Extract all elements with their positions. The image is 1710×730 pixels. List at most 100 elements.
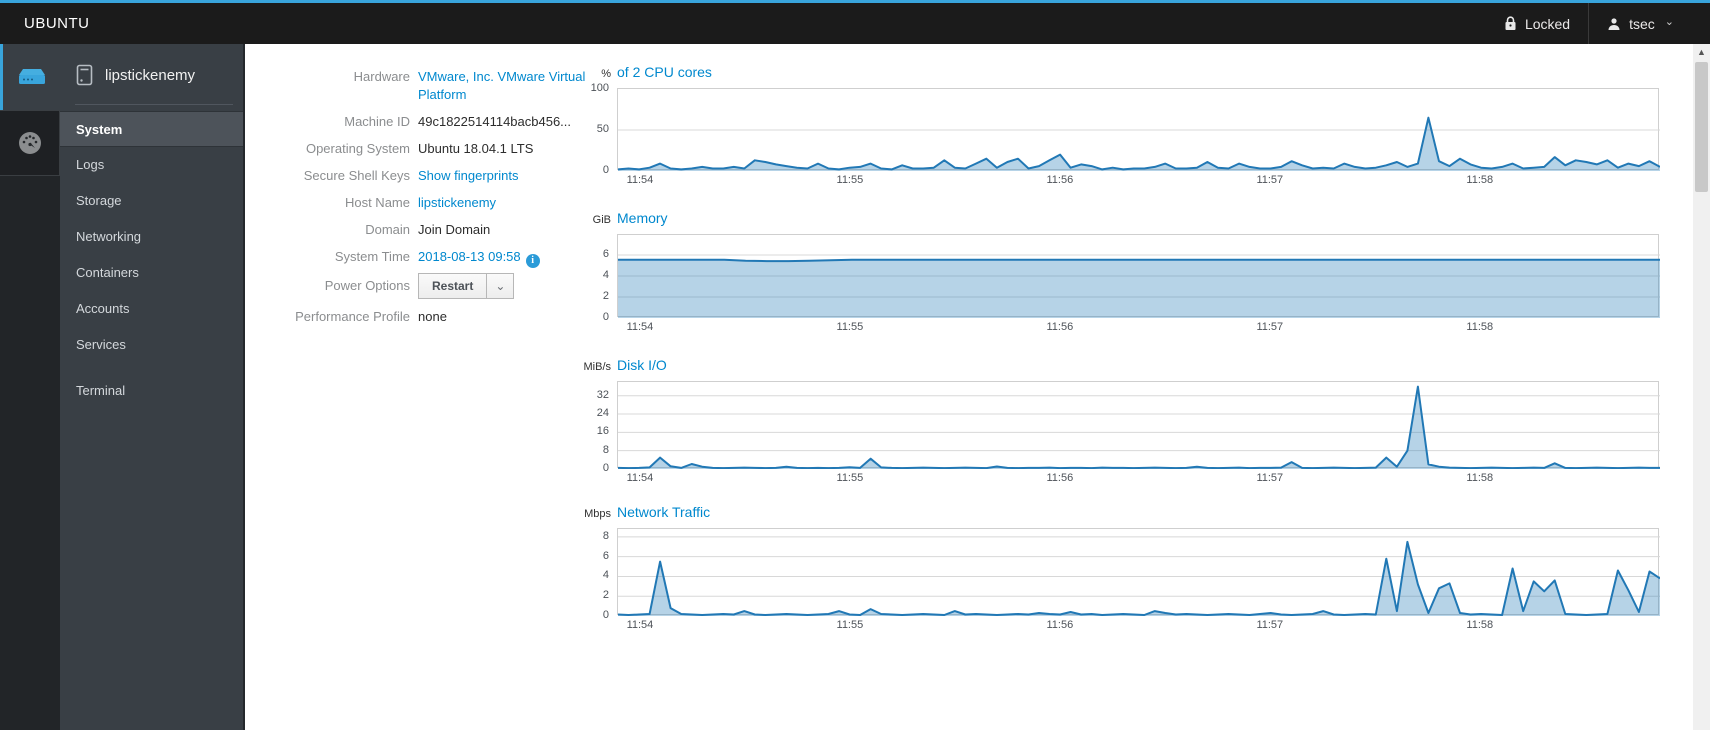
x-axis-tick: 11:55: [836, 321, 864, 333]
y-axis-tick: 2: [602, 289, 609, 302]
y-axis-tick: 16: [596, 425, 609, 438]
sidebar-item-accounts[interactable]: Accounts: [60, 291, 243, 327]
x-axis-tick: 11:57: [1256, 321, 1284, 333]
domain-action[interactable]: Join Domain: [418, 222, 490, 237]
sidebar-item-terminal[interactable]: Terminal: [60, 373, 243, 409]
series-line: [618, 385, 1660, 469]
chart-plot-area: [617, 381, 1660, 469]
top-navbar: UBUNTU Locked tsec ⌄: [0, 0, 1710, 44]
scroll-up-arrow[interactable]: ▲: [1693, 44, 1710, 61]
series-area: [618, 117, 1660, 171]
chart-header-disk-i-o: MiB/s Disk I/O: [577, 357, 667, 373]
power-options-label: Power Options: [324, 278, 410, 293]
y-axis-tick: 0: [602, 462, 609, 474]
domain-label: Domain: [365, 222, 410, 237]
x-axis-tick: 11:54: [626, 174, 654, 186]
x-axis-tick: 11:56: [1046, 472, 1074, 484]
chart-title-link[interactable]: Memory: [617, 210, 668, 226]
chart-disk-i-o: MiB/s Disk I/O 0 8 16 24 32 11:54 11:55 11:56 11:5…: [577, 357, 1660, 488]
sidebar-item-services[interactable]: Services: [60, 327, 243, 363]
user-icon: [1608, 17, 1620, 30]
restart-button[interactable]: Restart: [418, 273, 488, 299]
x-axis-tick: 11:56: [1046, 321, 1074, 333]
detail-row-secure-shell-keys: Secure Shell Keys Show fingerprints: [260, 167, 620, 185]
detail-row-host-name: Host Name lipstickenemy: [260, 194, 620, 212]
y-axis-tick: 6: [602, 247, 609, 260]
system-time-link[interactable]: 2018-08-13 09:58: [418, 249, 521, 264]
y-axis-tick: 2: [602, 589, 609, 602]
series-area: [618, 259, 1660, 318]
system-time-label: System Time: [334, 249, 410, 264]
y-axis-tick: 50: [596, 123, 609, 135]
sidebar-item-containers[interactable]: Containers: [60, 255, 243, 291]
sidebar-item-storage[interactable]: Storage: [60, 183, 243, 219]
locked-label: Locked: [1524, 15, 1571, 32]
detail-row-domain: Domain Join Domain: [260, 221, 620, 239]
detail-row-machine-id: Machine ID 49c1822514114bacb456...: [260, 113, 620, 131]
locked-indicator[interactable]: Locked: [1486, 3, 1588, 44]
x-axis-tick: 11:54: [626, 321, 654, 333]
chart-header-memory: GiB Memory: [577, 210, 668, 226]
y-axis-tick: 4: [602, 569, 609, 582]
x-axis-tick: 11:57: [1256, 174, 1284, 186]
secure-shell-keys-link[interactable]: Show fingerprints: [418, 168, 518, 183]
y-axis-tick: 4: [602, 268, 609, 281]
hostname-label: lipstickenemy: [105, 66, 196, 84]
series-area: [618, 386, 1660, 469]
sidebar-item-system[interactable]: System: [60, 111, 243, 147]
sidebar-item-networking[interactable]: Networking: [60, 219, 243, 255]
detail-row-performance-profile: Performance Profile none: [260, 308, 620, 326]
chart-header-of-2-cpu-cores: % of 2 CPU cores: [577, 64, 712, 80]
chart-title-link[interactable]: Disk I/O: [617, 357, 667, 373]
sidebar: lipstickenemy System Logs Storage Networkin…: [60, 44, 245, 730]
machine-id-label: Machine ID: [344, 114, 410, 129]
chart-title-link[interactable]: Network Traffic: [617, 504, 710, 520]
y-axis-tick: 32: [596, 388, 609, 401]
current-host-button[interactable]: [0, 44, 60, 110]
sidebar-hostname: lipstickenemy: [60, 44, 243, 104]
detail-row-operating-system: Operating System Ubuntu 18.04.1 LTS: [260, 140, 620, 158]
operating-system-label: Operating System: [305, 141, 410, 156]
performance-profile-label: Performance Profile: [295, 309, 410, 324]
chart-title-link[interactable]: of 2 CPU cores: [617, 64, 712, 80]
series-line: [618, 116, 1660, 171]
sidebar-item-logs[interactable]: Logs: [60, 147, 243, 183]
chart-of-2-cpu-cores: % of 2 CPU cores 0 50 100 11:54 11:55 11:56 11:5…: [577, 64, 1660, 190]
y-axis-tick: 8: [602, 443, 609, 456]
y-axis-tick: 24: [596, 407, 609, 420]
system-details: Hardware VMware, Inc. VMware Virtual Plat…: [260, 68, 620, 335]
machine-icon: [76, 64, 93, 86]
x-axis-tick: 11:55: [836, 174, 864, 186]
x-axis-tick: 11:56: [1046, 619, 1074, 631]
host-name-link[interactable]: lipstickenemy: [418, 195, 496, 210]
username-label: tsec: [1629, 15, 1655, 32]
detail-row-power-options: Power Options Restart ⌄: [260, 273, 620, 299]
secure-shell-keys-label: Secure Shell Keys: [303, 168, 410, 183]
sidebar-nav: System Logs Storage Networking Containers Acc…: [60, 111, 243, 409]
chart-unit-label: Mbps: [584, 508, 611, 520]
dashboard-button[interactable]: [0, 110, 60, 176]
chart-plot-area: [617, 234, 1660, 318]
scrollbar-thumb[interactable]: [1695, 62, 1708, 192]
vertical-scrollbar[interactable]: ▲: [1693, 44, 1710, 730]
hardware-link[interactable]: VMware, Inc. VMware Virtual Platform: [418, 69, 585, 102]
x-axis-tick: 11:58: [1466, 321, 1494, 333]
chart-unit-label: GiB: [592, 214, 611, 226]
chart-unit-label: MiB/s: [583, 361, 612, 373]
y-axis-tick: 6: [602, 549, 609, 562]
user-menu[interactable]: tsec ⌄: [1589, 3, 1692, 44]
info-icon[interactable]: i: [525, 254, 540, 268]
y-axis-tick: 8: [602, 529, 609, 542]
detail-row-system-time: System Time 2018-08-13 09:58 i: [260, 248, 620, 268]
hardware-label: Hardware: [353, 69, 410, 84]
brand-title: UBUNTU: [24, 15, 90, 32]
detail-row-hardware: Hardware VMware, Inc. VMware Virtual Plat…: [260, 68, 620, 104]
dashboard-gauge-icon: [18, 132, 41, 154]
system-page: Hardware VMware, Inc. VMware Virtual Plat…: [245, 44, 1693, 730]
navbar-actions: Locked tsec ⌄: [1486, 3, 1692, 44]
x-axis-tick: 11:58: [1466, 619, 1494, 631]
y-axis-tick: 100: [590, 82, 609, 94]
host-switcher-strip: [0, 44, 60, 730]
restart-dropdown-toggle[interactable]: ⌄: [487, 273, 515, 299]
server-icon: [18, 69, 45, 84]
